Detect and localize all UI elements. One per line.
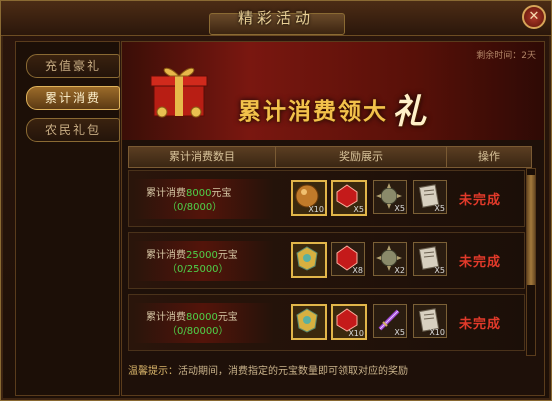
header-rewards: 奖励展示 [276,147,447,167]
item-count: X2 [394,266,405,275]
scrollbar-thumb[interactable] [527,175,535,285]
reward-item-scroll[interactable]: X10 [413,304,447,338]
close-button[interactable]: ✕ [522,5,546,29]
item-count: X5 [394,204,405,213]
gold-amulet-icon [296,308,318,333]
condition-cell: 累计消费80000元宝 （0/80000） [133,303,273,343]
banner-title-big: 礼 [392,92,428,132]
reward-item-spiked-orb[interactable]: X2 [373,242,407,276]
item-count: X8 [352,266,363,275]
reward-item-bronze-orb[interactable]: X10 [291,180,327,216]
item-count: X5 [434,204,445,213]
title-bar[interactable]: 精彩活动 ✕ [1,1,551,36]
status-badge: 未完成 [459,193,502,208]
reward-item-scroll[interactable]: X5 [413,242,447,276]
status-badge: 未完成 [459,317,502,332]
item-count: X10 [429,328,445,337]
reward-item-gold-amulet[interactable] [291,242,327,278]
status-badge: 未完成 [459,255,502,270]
item-count: X10 [348,329,364,338]
table-header: 累计消费数目 奖励展示 操作 [128,146,532,168]
condition-text: 累计消费8000元宝 [146,184,231,199]
condition-cell: 累计消费8000元宝 （0/8000） [133,179,273,219]
gift-box-icon [150,67,208,118]
item-count: X10 [308,205,324,214]
reward-item-scroll[interactable]: X5 [413,180,447,214]
table-row: 累计消费25000元宝 （0/25000） X8 X2 X5 未完成 [128,232,525,289]
sidebar: 充值豪礼 累计消费 农民礼包 [15,41,120,396]
condition-text: 累计消费25000元宝 [146,246,238,261]
condition-progress: （0/25000） [167,264,229,275]
condition-progress: （0/80000） [167,326,229,337]
gold-amulet-icon [296,246,318,271]
banner-title: 累计消费领大礼 [238,80,428,132]
condition-cell: 累计消费25000元宝 （0/25000） [133,241,273,281]
reward-item-gold-amulet[interactable] [291,304,327,340]
remaining-time: 剩余时间：2天 [476,51,536,61]
item-count: X5 [394,328,405,337]
table-row: 累计消费80000元宝 （0/80000） X10 X5 X10 未完成 [128,294,525,351]
header-spend-amount: 累计消费数目 [129,147,276,167]
reward-table: 累计消费数目 奖励展示 操作 累计消费8000元宝 （0/8000） X10 X… [128,146,536,356]
item-count: X5 [353,205,364,214]
scrollbar-track[interactable] [526,168,536,356]
activity-window: 精彩活动 ✕ 充值豪礼 累计消费 农民礼包 累计消费领大礼 剩余时间：2天 累计… [0,0,552,401]
header-action: 操作 [478,150,500,163]
footer-tip: 温馨提示：活动期间，消费指定的元宝数量即可领取对应的奖励 [128,362,408,377]
tab-cumulative-spend[interactable]: 累计消费 [26,86,120,110]
reward-item-purple-sword[interactable]: X5 [373,304,407,338]
condition-progress: （0/8000） [167,202,223,213]
reward-item-red-gem[interactable]: X10 [331,304,367,340]
reward-item-red-gem[interactable]: X8 [331,242,365,276]
item-count: X5 [434,266,445,275]
main-panel: 累计消费领大礼 剩余时间：2天 累计消费数目 奖励展示 操作 累计消费8000元… [121,41,545,396]
reward-item-red-gem[interactable]: X5 [331,180,367,216]
tip-label: 温馨提示： [128,366,178,377]
condition-text: 累计消费80000元宝 [146,308,238,323]
tab-recharge-gift[interactable]: 充值豪礼 [26,54,120,78]
tab-farmer-pack[interactable]: 农民礼包 [26,118,120,142]
table-row: 累计消费8000元宝 （0/8000） X10 X5 X5 X5 未完成 [128,170,525,227]
window-title: 精彩活动 [237,9,314,27]
banner-title-main: 累计消费领大 [238,99,388,125]
event-banner: 累计消费领大礼 剩余时间：2天 [122,42,544,140]
tip-text: 活动期间，消费指定的元宝数量即可领取对应的奖励 [178,366,408,377]
reward-item-spiked-orb[interactable]: X5 [373,180,407,214]
